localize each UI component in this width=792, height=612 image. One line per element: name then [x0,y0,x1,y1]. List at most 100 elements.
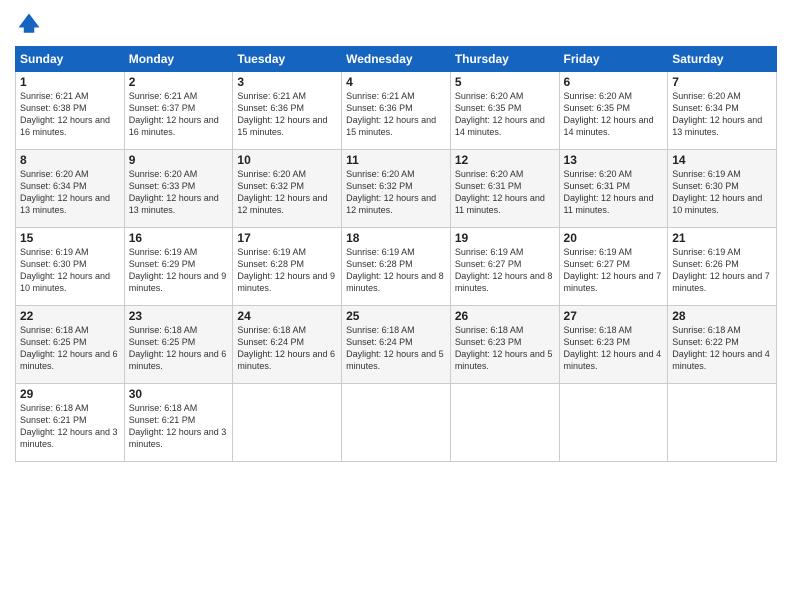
day-number: 5 [455,75,555,89]
day-info: Sunrise: 6:20 AMSunset: 6:33 PMDaylight:… [129,169,219,215]
day-number: 20 [564,231,664,245]
day-number: 24 [237,309,337,323]
calendar-cell: 23 Sunrise: 6:18 AMSunset: 6:25 PMDaylig… [124,306,233,384]
day-info: Sunrise: 6:20 AMSunset: 6:32 PMDaylight:… [346,169,436,215]
calendar-cell: 1 Sunrise: 6:21 AMSunset: 6:38 PMDayligh… [16,72,125,150]
day-info: Sunrise: 6:19 AMSunset: 6:30 PMDaylight:… [20,247,110,293]
day-info: Sunrise: 6:20 AMSunset: 6:32 PMDaylight:… [237,169,327,215]
calendar-week-3: 15 Sunrise: 6:19 AMSunset: 6:30 PMDaylig… [16,228,777,306]
day-info: Sunrise: 6:18 AMSunset: 6:24 PMDaylight:… [346,325,444,371]
calendar-cell: 27 Sunrise: 6:18 AMSunset: 6:23 PMDaylig… [559,306,668,384]
calendar-cell: 2 Sunrise: 6:21 AMSunset: 6:37 PMDayligh… [124,72,233,150]
day-info: Sunrise: 6:20 AMSunset: 6:31 PMDaylight:… [455,169,545,215]
calendar-cell: 22 Sunrise: 6:18 AMSunset: 6:25 PMDaylig… [16,306,125,384]
calendar-cell: 19 Sunrise: 6:19 AMSunset: 6:27 PMDaylig… [450,228,559,306]
day-info: Sunrise: 6:18 AMSunset: 6:21 PMDaylight:… [129,403,227,449]
day-number: 19 [455,231,555,245]
day-number: 7 [672,75,772,89]
day-number: 23 [129,309,229,323]
day-info: Sunrise: 6:20 AMSunset: 6:31 PMDaylight:… [564,169,654,215]
day-number: 2 [129,75,229,89]
day-number: 18 [346,231,446,245]
day-info: Sunrise: 6:21 AMSunset: 6:37 PMDaylight:… [129,91,219,137]
calendar-cell: 10 Sunrise: 6:20 AMSunset: 6:32 PMDaylig… [233,150,342,228]
day-info: Sunrise: 6:20 AMSunset: 6:35 PMDaylight:… [564,91,654,137]
calendar-cell: 12 Sunrise: 6:20 AMSunset: 6:31 PMDaylig… [450,150,559,228]
day-info: Sunrise: 6:19 AMSunset: 6:28 PMDaylight:… [346,247,444,293]
day-info: Sunrise: 6:18 AMSunset: 6:25 PMDaylight:… [129,325,227,371]
day-number: 14 [672,153,772,167]
calendar-cell [233,384,342,462]
day-info: Sunrise: 6:19 AMSunset: 6:30 PMDaylight:… [672,169,762,215]
calendar-cell: 28 Sunrise: 6:18 AMSunset: 6:22 PMDaylig… [668,306,777,384]
calendar-cell: 4 Sunrise: 6:21 AMSunset: 6:36 PMDayligh… [342,72,451,150]
calendar-week-5: 29 Sunrise: 6:18 AMSunset: 6:21 PMDaylig… [16,384,777,462]
calendar-cell [668,384,777,462]
header-day-friday: Friday [559,47,668,72]
day-info: Sunrise: 6:20 AMSunset: 6:34 PMDaylight:… [672,91,762,137]
calendar-cell: 8 Sunrise: 6:20 AMSunset: 6:34 PMDayligh… [16,150,125,228]
day-number: 10 [237,153,337,167]
calendar-cell: 29 Sunrise: 6:18 AMSunset: 6:21 PMDaylig… [16,384,125,462]
calendar-cell: 5 Sunrise: 6:20 AMSunset: 6:35 PMDayligh… [450,72,559,150]
day-info: Sunrise: 6:20 AMSunset: 6:35 PMDaylight:… [455,91,545,137]
calendar-cell: 20 Sunrise: 6:19 AMSunset: 6:27 PMDaylig… [559,228,668,306]
day-number: 4 [346,75,446,89]
day-info: Sunrise: 6:21 AMSunset: 6:36 PMDaylight:… [346,91,436,137]
calendar-cell: 15 Sunrise: 6:19 AMSunset: 6:30 PMDaylig… [16,228,125,306]
day-number: 3 [237,75,337,89]
calendar-cell: 18 Sunrise: 6:19 AMSunset: 6:28 PMDaylig… [342,228,451,306]
header-day-wednesday: Wednesday [342,47,451,72]
day-info: Sunrise: 6:19 AMSunset: 6:29 PMDaylight:… [129,247,227,293]
day-number: 25 [346,309,446,323]
calendar-cell: 3 Sunrise: 6:21 AMSunset: 6:36 PMDayligh… [233,72,342,150]
day-number: 12 [455,153,555,167]
day-info: Sunrise: 6:18 AMSunset: 6:23 PMDaylight:… [564,325,662,371]
calendar-week-4: 22 Sunrise: 6:18 AMSunset: 6:25 PMDaylig… [16,306,777,384]
day-info: Sunrise: 6:21 AMSunset: 6:36 PMDaylight:… [237,91,327,137]
calendar-cell: 16 Sunrise: 6:19 AMSunset: 6:29 PMDaylig… [124,228,233,306]
day-info: Sunrise: 6:19 AMSunset: 6:27 PMDaylight:… [455,247,553,293]
calendar-cell: 30 Sunrise: 6:18 AMSunset: 6:21 PMDaylig… [124,384,233,462]
day-info: Sunrise: 6:19 AMSunset: 6:26 PMDaylight:… [672,247,770,293]
logo [15,10,47,38]
calendar-cell: 13 Sunrise: 6:20 AMSunset: 6:31 PMDaylig… [559,150,668,228]
day-info: Sunrise: 6:18 AMSunset: 6:25 PMDaylight:… [20,325,118,371]
header [15,10,777,38]
day-info: Sunrise: 6:18 AMSunset: 6:23 PMDaylight:… [455,325,553,371]
day-number: 1 [20,75,120,89]
calendar-page: SundayMondayTuesdayWednesdayThursdayFrid… [0,0,792,612]
day-info: Sunrise: 6:19 AMSunset: 6:27 PMDaylight:… [564,247,662,293]
day-number: 22 [20,309,120,323]
day-number: 16 [129,231,229,245]
calendar-cell: 11 Sunrise: 6:20 AMSunset: 6:32 PMDaylig… [342,150,451,228]
day-number: 30 [129,387,229,401]
calendar-body: 1 Sunrise: 6:21 AMSunset: 6:38 PMDayligh… [16,72,777,462]
header-day-thursday: Thursday [450,47,559,72]
day-number: 26 [455,309,555,323]
calendar-cell: 9 Sunrise: 6:20 AMSunset: 6:33 PMDayligh… [124,150,233,228]
day-number: 27 [564,309,664,323]
day-info: Sunrise: 6:18 AMSunset: 6:21 PMDaylight:… [20,403,118,449]
day-number: 11 [346,153,446,167]
calendar-cell [342,384,451,462]
day-number: 6 [564,75,664,89]
day-info: Sunrise: 6:21 AMSunset: 6:38 PMDaylight:… [20,91,110,137]
day-info: Sunrise: 6:18 AMSunset: 6:24 PMDaylight:… [237,325,335,371]
day-info: Sunrise: 6:19 AMSunset: 6:28 PMDaylight:… [237,247,335,293]
day-info: Sunrise: 6:20 AMSunset: 6:34 PMDaylight:… [20,169,110,215]
calendar-week-1: 1 Sunrise: 6:21 AMSunset: 6:38 PMDayligh… [16,72,777,150]
day-number: 13 [564,153,664,167]
calendar-cell: 26 Sunrise: 6:18 AMSunset: 6:23 PMDaylig… [450,306,559,384]
day-number: 8 [20,153,120,167]
calendar-cell [559,384,668,462]
day-number: 28 [672,309,772,323]
calendar-table: SundayMondayTuesdayWednesdayThursdayFrid… [15,46,777,462]
day-number: 29 [20,387,120,401]
header-day-tuesday: Tuesday [233,47,342,72]
header-day-sunday: Sunday [16,47,125,72]
calendar-week-2: 8 Sunrise: 6:20 AMSunset: 6:34 PMDayligh… [16,150,777,228]
calendar-cell: 21 Sunrise: 6:19 AMSunset: 6:26 PMDaylig… [668,228,777,306]
calendar-cell: 24 Sunrise: 6:18 AMSunset: 6:24 PMDaylig… [233,306,342,384]
day-number: 17 [237,231,337,245]
